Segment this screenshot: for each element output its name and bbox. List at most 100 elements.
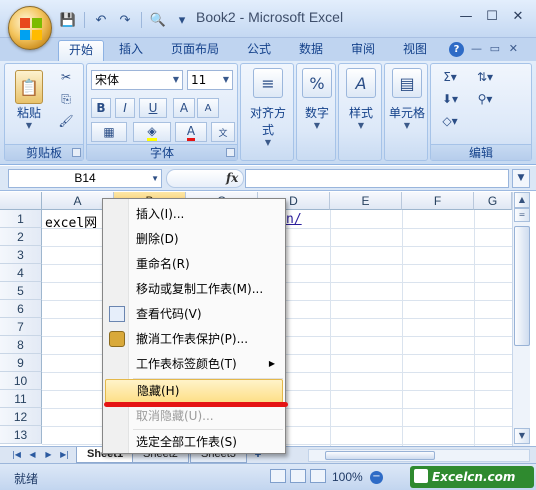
horizontal-scrollbar[interactable] [308,449,530,462]
row-header-1[interactable]: 1 [0,210,42,228]
number-group: % 数字 ▼ [296,63,336,161]
watermark-logo: Excelcn.com [410,466,534,488]
menu-item-unprotect-sheet[interactable]: 撤消工作表保护(P)... [105,327,283,351]
font-size-select[interactable]: 11 ▼ [187,70,233,90]
vertical-scroll-thumb[interactable] [514,226,530,346]
chevron-down-icon: ▼ [151,174,159,183]
number-button[interactable]: % 数字 ▼ [301,68,333,130]
page-layout-view-icon[interactable] [290,469,306,483]
zoom-level[interactable]: 100% [332,470,363,484]
tab-view[interactable]: 视图 [394,40,436,61]
tab-insert[interactable]: 插入 [110,40,152,61]
column-header-f[interactable]: F [402,192,474,210]
shrink-font-button[interactable]: A [197,98,219,118]
paste-dropdown-icon: ▼ [25,121,33,130]
print-preview-icon[interactable]: 🔍 [148,11,168,29]
ribbon-minimize-icon[interactable]: — [471,42,482,55]
maximize-button[interactable]: ☐ [480,6,504,26]
cells-icon: ▤ [392,68,422,98]
clear-button[interactable]: ◇ ▾ [435,112,465,130]
scroll-down-icon[interactable]: ▼ [514,428,530,444]
copy-icon[interactable]: ⎘ [57,90,75,108]
row-header-12[interactable]: 12 [0,408,42,426]
redo-icon[interactable]: ↷ [115,11,135,29]
menu-item-tab-color-label: 工作表标签颜色(T) [136,357,237,371]
paste-button[interactable]: 📋 粘贴 ▼ [9,70,49,130]
cell-a1[interactable]: excel网 [45,212,97,231]
zoom-out-icon[interactable]: − [370,471,383,484]
row-header-8[interactable]: 8 [0,336,42,354]
underline-button[interactable]: U [139,98,167,118]
customize-qat-icon[interactable]: ▾ [172,11,192,29]
menu-item-rename[interactable]: 重命名(R) [105,252,283,276]
column-header-e[interactable]: E [330,192,402,210]
menu-item-move-copy[interactable]: 移动或复制工作表(M)... [105,277,283,301]
sort-filter-button[interactable]: ⇅ ▾ [471,68,499,86]
row-header-2[interactable]: 2 [0,228,42,246]
fill-button[interactable]: ⬇ ▾ [435,90,465,108]
tab-review[interactable]: 审阅 [342,40,384,61]
row-header-3[interactable]: 3 [0,246,42,264]
scroll-up-icon[interactable]: ▲ [514,192,530,208]
font-launcher-icon[interactable] [226,148,235,157]
next-sheet-icon[interactable]: ▶ [42,449,55,461]
office-button[interactable] [8,6,52,50]
row-header-4[interactable]: 4 [0,264,42,282]
normal-view-icon[interactable] [270,469,286,483]
row-header-7[interactable]: 7 [0,318,42,336]
undo-icon[interactable]: ↶ [91,11,111,29]
vertical-scrollbar[interactable]: ▲ = ▼ [512,192,530,446]
horizontal-scroll-thumb[interactable] [325,451,435,460]
help-icon[interactable]: ? [449,42,464,57]
formula-input[interactable] [245,169,509,188]
row-header-5[interactable]: 5 [0,282,42,300]
row-header-9[interactable]: 9 [0,354,42,372]
row-header-11[interactable]: 11 [0,390,42,408]
italic-button[interactable]: I [115,98,135,118]
tab-page-layout[interactable]: 页面布局 [160,40,230,61]
font-color-button[interactable]: A [175,122,207,142]
ribbon-close-icon[interactable]: ✕ [509,42,518,55]
page-break-view-icon[interactable] [310,469,326,483]
name-box[interactable]: B14 ▼ [8,169,162,188]
minimize-button[interactable]: — [454,6,478,26]
menu-item-select-all-sheets[interactable]: 选定全部工作表(S) [105,430,283,454]
tab-home[interactable]: 开始 [58,40,104,61]
styles-button[interactable]: A 样式 ▼ [343,68,379,130]
clipboard-launcher-icon[interactable] [72,148,81,157]
tab-formulas[interactable]: 公式 [238,40,280,61]
expand-formula-bar-icon[interactable]: ▼ [512,169,530,188]
bold-button[interactable]: B [91,98,111,118]
menu-item-hide[interactable]: 隐藏(H) [105,379,283,403]
phonetic-button[interactable]: 文 [211,122,235,142]
borders-button[interactable]: ▦ [91,122,127,142]
find-select-button[interactable]: ⚲ ▾ [471,90,499,108]
autosum-button[interactable]: Σ ▾ [435,68,465,86]
font-name-select[interactable]: 宋体 ▼ [91,70,183,90]
save-icon[interactable]: 💾 [58,11,78,29]
menu-item-view-code[interactable]: 查看代码(V) [105,302,283,326]
prev-sheet-icon[interactable]: ◀ [26,449,39,461]
cut-icon[interactable]: ✂ [57,68,75,86]
grow-font-button[interactable]: A [173,98,195,118]
alignment-button[interactable]: ≡ 对齐方式 ▼ [245,68,291,147]
row-header-6[interactable]: 6 [0,300,42,318]
menu-item-tab-color[interactable]: 工作表标签颜色(T) ▶ [105,352,283,376]
menu-item-delete[interactable]: 删除(D) [105,227,283,251]
ribbon-restore-icon[interactable]: ▭ [490,42,500,55]
select-all-corner[interactable] [0,192,42,210]
row-header-10[interactable]: 10 [0,372,42,390]
close-button[interactable]: ✕ [506,6,530,26]
tab-data[interactable]: 数据 [290,40,332,61]
column-header-g[interactable]: G [474,192,512,210]
format-painter-icon[interactable]: 🖌 [57,112,75,130]
menu-item-insert[interactable]: 插入(I)... [105,202,283,226]
insert-function-icon[interactable]: fx [226,171,238,185]
row-header-13[interactable]: 13 [0,426,42,444]
last-sheet-icon[interactable]: ▶| [58,449,71,461]
fill-color-button[interactable]: ◈ [133,122,171,142]
cells-button[interactable]: ▤ 单元格 ▼ [387,68,427,130]
cell-link-d1[interactable]: n/ [286,212,302,227]
split-box[interactable]: = [514,208,530,222]
first-sheet-icon[interactable]: |◀ [10,449,23,461]
